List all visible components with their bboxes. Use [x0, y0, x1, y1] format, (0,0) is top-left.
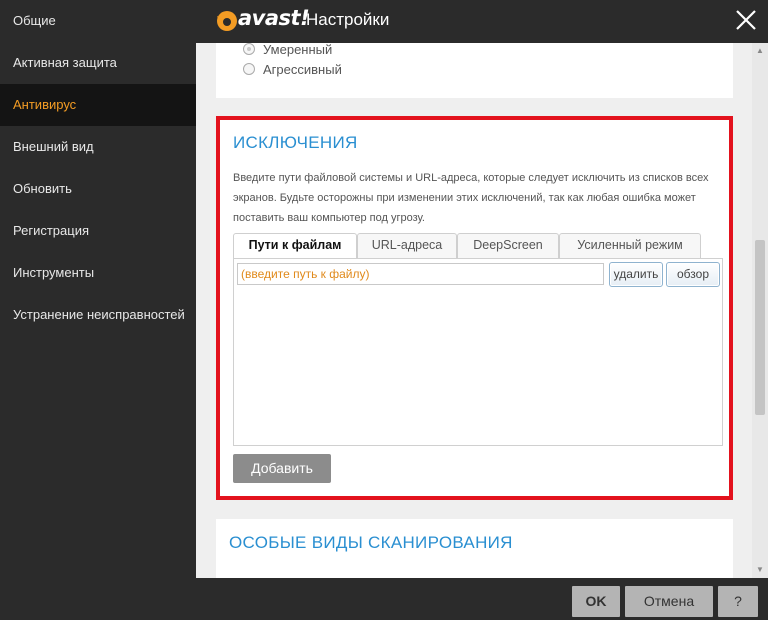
scrollbar-thumb[interactable]	[755, 240, 765, 415]
sidebar-item-general[interactable]: Общие	[0, 0, 196, 42]
special-scans-panel: ОСОБЫЕ ВИДЫ СКАНИРОВАНИЯ	[216, 519, 733, 578]
exclusions-panel: ИСКЛЮЧЕНИЯ Введите пути файловой системы…	[216, 116, 733, 500]
sensitivity-panel: Умеренный Агрессивный	[216, 43, 733, 98]
tab-urls[interactable]: URL-адреса	[357, 233, 457, 258]
scroll-down-icon[interactable]: ▼	[752, 562, 768, 578]
title-bar: avast! Настройки	[196, 0, 768, 43]
exclusions-description: Введите пути файловой системы и URL-адре…	[233, 172, 709, 224]
radio-label: Агрессивный	[263, 61, 342, 77]
tab-deepscreen[interactable]: DeepScreen	[457, 233, 559, 258]
settings-content: Умеренный Агрессивный ИСКЛЮЧЕНИЯ Введите…	[196, 43, 768, 578]
file-paths-list: удалить обзор	[233, 258, 723, 446]
sidebar-item-tools[interactable]: Инструменты	[0, 252, 196, 294]
avast-logo-icon	[217, 11, 237, 31]
sidebar-item-antivirus[interactable]: Антивирус	[0, 84, 196, 126]
sidebar: Общие Активная защита Антивирус Внешний …	[0, 0, 196, 620]
sidebar-item-active-protection[interactable]: Активная защита	[0, 42, 196, 84]
help-button[interactable]: ?	[718, 586, 758, 617]
exclusions-title: ИСКЛЮЧЕНИЯ	[233, 133, 358, 152]
radio-option-aggressive[interactable]: Агрессивный	[243, 60, 342, 78]
browse-button[interactable]: обзор	[666, 262, 720, 287]
logo-text: avast!	[238, 6, 310, 30]
sidebar-item-appearance[interactable]: Внешний вид	[0, 126, 196, 168]
scroll-up-icon[interactable]: ▲	[752, 43, 768, 59]
vertical-scrollbar[interactable]: ▲ ▼	[752, 43, 768, 578]
ok-button[interactable]: OK	[572, 586, 620, 617]
sidebar-item-registration[interactable]: Регистрация	[0, 210, 196, 252]
radio-label: Умеренный	[263, 43, 333, 57]
delete-button[interactable]: удалить	[609, 262, 663, 287]
exclusions-tabs: Пути к файлам URL-адреса DeepScreen Усил…	[233, 233, 701, 259]
sidebar-item-update[interactable]: Обновить	[0, 168, 196, 210]
radio-button[interactable]	[243, 43, 255, 55]
tab-hardened-mode[interactable]: Усиленный режим	[559, 233, 701, 258]
close-icon[interactable]	[732, 6, 760, 34]
radio-option-moderate[interactable]: Умеренный	[243, 43, 332, 58]
add-button[interactable]: Добавить	[233, 454, 331, 483]
special-scans-title: ОСОБЫЕ ВИДЫ СКАНИРОВАНИЯ	[229, 533, 513, 552]
sidebar-item-troubleshooting[interactable]: Устранение неисправностей	[0, 294, 196, 336]
cancel-button[interactable]: Отмена	[625, 586, 713, 617]
window-title: Настройки	[306, 10, 390, 29]
footer-bar: OK Отмена ?	[196, 578, 768, 620]
tab-file-paths[interactable]: Пути к файлам	[233, 233, 357, 259]
radio-button[interactable]	[243, 63, 255, 75]
file-path-input[interactable]	[237, 263, 604, 285]
